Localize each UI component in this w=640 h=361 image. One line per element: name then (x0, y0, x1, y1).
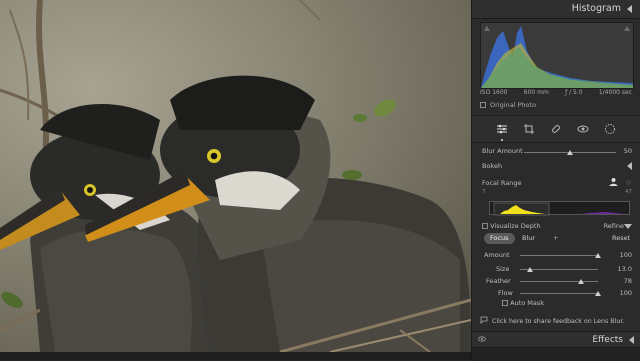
edit-sliders-icon[interactable] (495, 122, 509, 141)
size-value[interactable]: 13.0 (618, 265, 632, 273)
add-icon[interactable]: + (547, 233, 564, 244)
healing-icon[interactable] (549, 122, 563, 136)
heron-chicks-photo (0, 0, 471, 352)
develop-panel: Histogram ISO 1600 600 mm ƒ / 5.0 1/4000… (471, 0, 640, 361)
histogram-graph[interactable] (480, 22, 634, 89)
bokeh-row[interactable]: Bokeh (482, 162, 632, 170)
filmstrip-edge (0, 352, 471, 360)
feather-thumb[interactable] (577, 279, 584, 284)
flow-label: Flow (498, 289, 513, 297)
auto-mask-row[interactable]: Auto Mask (502, 299, 640, 307)
feather-label: Feather (486, 277, 511, 285)
feather-value[interactable]: 78 (624, 277, 632, 285)
histogram-title: Histogram (571, 3, 621, 14)
person-icon[interactable] (609, 177, 618, 188)
flow-slider[interactable] (520, 293, 598, 294)
focal-range-track[interactable] (489, 201, 630, 216)
effects-collapse-icon[interactable] (629, 335, 634, 344)
refine-label[interactable]: Refine (604, 222, 624, 230)
feedback-link[interactable]: Click here to share feedback on Lens Blu… (480, 314, 632, 328)
amount-thumb[interactable] (595, 253, 601, 258)
iso-value: ISO 1600 (480, 89, 508, 96)
crop-icon[interactable] (522, 122, 536, 136)
amount-value[interactable]: 100 (620, 251, 632, 259)
focal-range-max: 47 (625, 189, 632, 195)
chat-icon (480, 316, 488, 326)
amount-label: Amount (484, 251, 510, 259)
visualize-depth-label: Visualize Depth (490, 222, 541, 230)
effects-title: Effects (592, 334, 623, 345)
eye-icon[interactable] (478, 335, 486, 344)
blur-amount-row: Blur Amount 50 (482, 147, 632, 155)
diamond-icon[interactable]: ◇ (626, 178, 631, 186)
panel-bottom-bar (472, 347, 640, 361)
blur-tab[interactable]: Blur (516, 233, 541, 244)
size-thumb[interactable] (527, 267, 534, 272)
histogram-curves (481, 26, 633, 88)
focal-range-scale: 7 47 (482, 189, 632, 195)
size-label: Size (496, 265, 510, 273)
auto-mask-label: Auto Mask (510, 299, 544, 307)
flow-thumb[interactable] (595, 291, 601, 296)
collapse-triangle-icon[interactable] (627, 5, 632, 13)
reset-button[interactable]: Reset (606, 233, 636, 244)
blur-amount-label: Blur Amount (482, 147, 523, 155)
shadow-clipping-icon[interactable] (484, 26, 490, 31)
tool-strip (472, 115, 640, 143)
visualize-depth-checkbox[interactable] (482, 223, 488, 229)
effects-header[interactable]: Effects (472, 331, 640, 347)
focal-range-row: Focal Range ◇ (482, 177, 632, 188)
shutter-value: 1/4000 sec (598, 89, 632, 96)
amount-slider[interactable] (520, 255, 598, 256)
feedback-text: Click here to share feedback on Lens Blu… (492, 317, 625, 325)
auto-mask-checkbox[interactable] (502, 300, 508, 306)
original-photo-toggle[interactable]: Original Photo (480, 101, 536, 109)
aperture-value: ƒ / 5.0 (565, 89, 583, 96)
masking-icon[interactable] (603, 122, 617, 136)
focus-tab[interactable]: Focus (484, 233, 515, 244)
exif-info: ISO 1600 600 mm ƒ / 5.0 1/4000 sec (480, 89, 632, 96)
focal-range-label: Focal Range (482, 179, 522, 187)
blur-amount-value[interactable]: 50 (624, 147, 632, 155)
photo-canvas[interactable] (0, 0, 471, 352)
bokeh-label: Bokeh (482, 162, 503, 170)
depth-histogram (493, 202, 625, 216)
focal-range-min: 7 (482, 189, 486, 195)
visualize-depth-row: Visualize Depth Refine (482, 222, 632, 230)
refine-expand-icon[interactable] (624, 224, 632, 229)
histogram-header[interactable]: Histogram (472, 0, 640, 19)
original-photo-label: Original Photo (490, 101, 537, 109)
highlight-clipping-icon[interactable] (624, 26, 630, 31)
feather-slider[interactable] (520, 281, 598, 282)
flow-value[interactable]: 100 (620, 289, 632, 297)
bokeh-expand-icon[interactable] (627, 162, 632, 170)
focal-length-value: 600 mm (523, 89, 549, 96)
original-photo-checkbox[interactable] (480, 102, 486, 108)
redeye-icon[interactable] (576, 122, 590, 136)
blur-amount-thumb[interactable] (567, 150, 573, 155)
